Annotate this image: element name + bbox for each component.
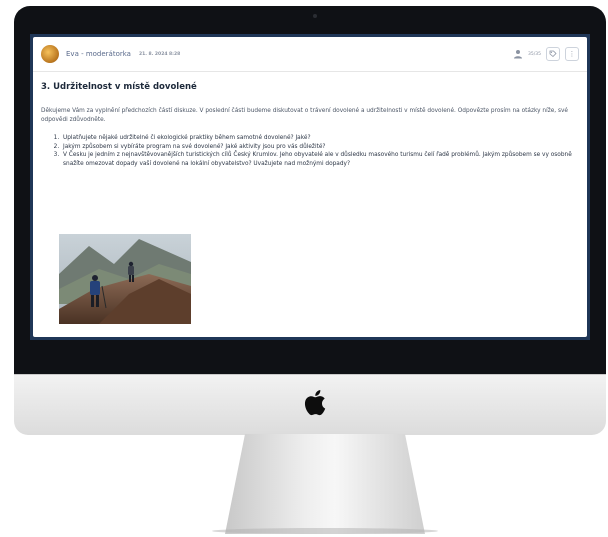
discussion-post-card: Eva - moderátorka 21. 8. 2024 8:28 35/35…	[33, 37, 587, 337]
post-actions: 35/35 ⋮	[513, 47, 579, 61]
monitor-stand	[225, 434, 425, 534]
camera-icon	[313, 14, 317, 18]
tag-icon	[549, 50, 557, 58]
hiking-photo[interactable]	[59, 234, 191, 324]
question-list: Uplatňujete nějaké udržitelné či ekologi…	[41, 134, 579, 168]
post-header: Eva - moderátorka 21. 8. 2024 8:28 35/35…	[33, 37, 587, 72]
hiking-photo-image	[59, 234, 191, 324]
user-icon	[514, 50, 523, 59]
avatar[interactable]	[41, 45, 59, 63]
tag-button[interactable]	[546, 47, 560, 61]
post-title: 3. Udržitelnost v místě dovolené	[41, 82, 197, 92]
question-item: Jakým způsobem si vybíráte program na sv…	[61, 143, 579, 152]
post-author[interactable]: Eva - moderátorka	[66, 50, 131, 58]
question-item: Uplatňujete nějaké udržitelné či ekologi…	[61, 134, 579, 143]
monitor-screen: Eva - moderátorka 21. 8. 2024 8:28 35/35…	[30, 34, 590, 340]
participant-count: 35/35	[528, 51, 541, 57]
stand-shadow	[212, 528, 438, 534]
question-item: V Česku je jedním z nejnavštěvovanějších…	[61, 151, 579, 168]
more-options-button[interactable]: ⋮	[565, 47, 579, 61]
post-intro: Děkujeme Vám za vyplnění předchozích čás…	[41, 108, 569, 123]
post-date: 21. 8. 2024 8:28	[138, 51, 181, 57]
post-body: 3. Udržitelnost v místě dovolené Děkujem…	[33, 72, 587, 168]
more-icon: ⋮	[568, 50, 576, 58]
apple-logo-icon	[296, 383, 336, 423]
